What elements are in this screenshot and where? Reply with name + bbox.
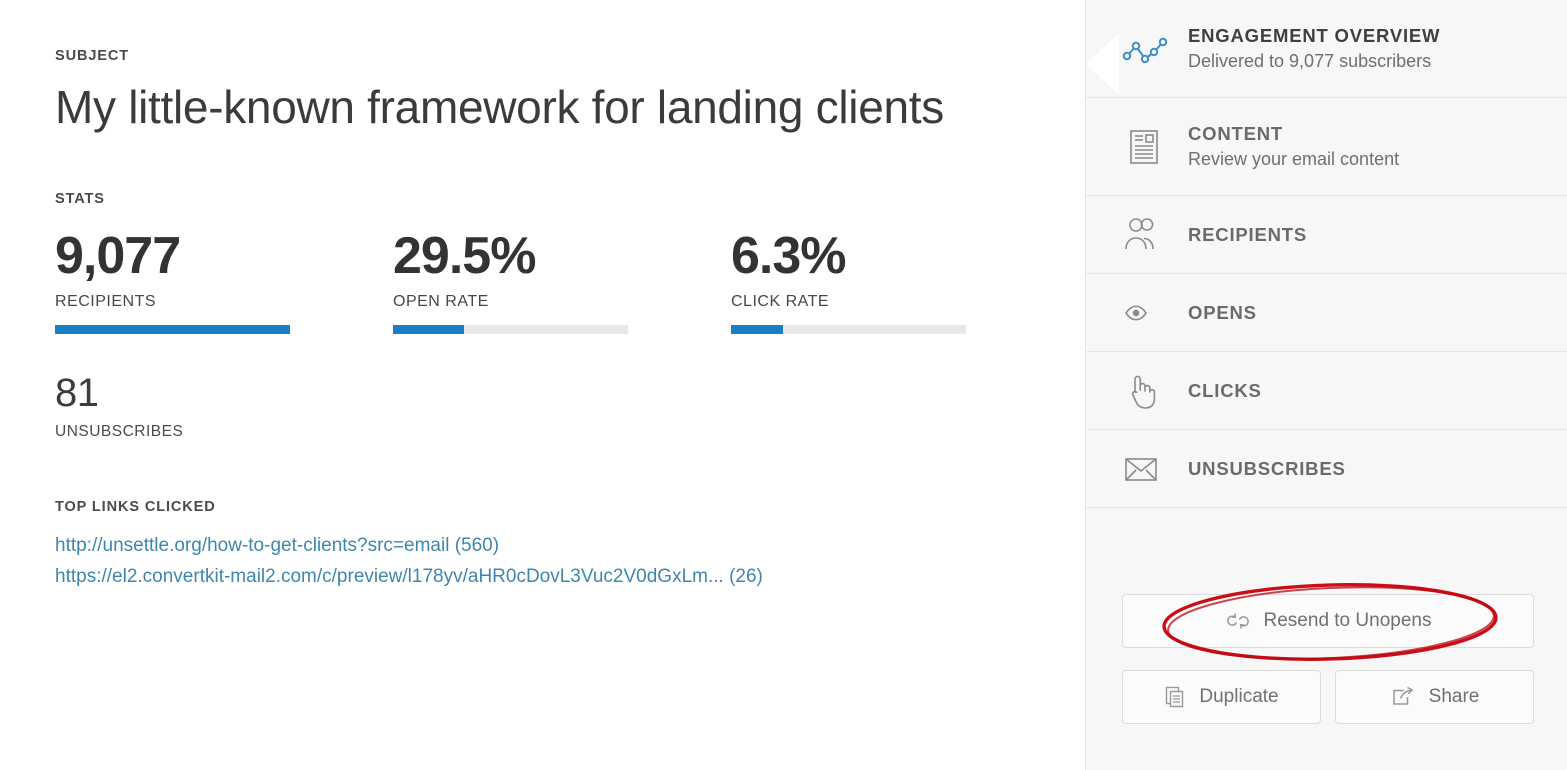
resend-icon [1225,611,1251,631]
people-icon [1122,215,1184,255]
stat-progress-fill [55,325,290,335]
sidebar-item-text: UNSUBSCRIBES [1184,457,1346,480]
stat-progress-track [393,325,628,335]
sidebar-item-subtitle: Delivered to 9,077 subscribers [1188,51,1432,72]
sidebar-item-text: RECIPIENTS [1184,223,1307,246]
sidebar-item-label: RECIPIENTS [1188,223,1308,245]
stat-value: 81 [55,371,99,416]
stat-click-rate: 6.3% CLICK RATE [731,229,1069,335]
sidebar-item-recipients[interactable]: RECIPIENTS [1086,196,1567,274]
sidebar-item-text: CONTENT Review your email content [1184,122,1399,171]
secondary-action-row: Duplicate Share [1122,670,1534,724]
share-label: Share [1428,686,1480,707]
share-button[interactable]: Share [1335,670,1534,724]
duplicate-label: Duplicate [1199,686,1279,707]
list-item[interactable]: http://unsettle.org/how-to-get-clients?s… [55,531,1085,562]
main-content-panel: SUBJECT My little-known framework for la… [0,0,1085,770]
stat-name: UNSUBSCRIBES [55,423,184,441]
stat-name: CLICK RATE [731,293,830,311]
top-links-list: http://unsettle.org/how-to-get-clients?s… [55,531,1085,593]
sidebar-item-opens[interactable]: OPENS [1086,274,1567,352]
sidebar-item-text: ENGAGEMENT OVERVIEW Delivered to 9,077 s… [1184,24,1440,73]
stat-progress-fill [393,325,464,335]
document-icon [1122,125,1184,169]
top-links-label: TOP LINKS CLICKED [55,499,216,516]
copy-icon [1164,685,1186,709]
stat-unsubscribes: 81 UNSUBSCRIBES [55,372,1085,441]
stat-value: 29.5% [393,226,536,285]
campaign-report-screen: SUBJECT My little-known framework for la… [0,0,1567,770]
list-item[interactable]: https://el2.convertkit-mail2.com/c/previ… [55,562,1085,593]
pointing-hand-icon [1122,370,1184,412]
sidebar-item-label: UNSUBSCRIBES [1188,457,1346,479]
sidebar-item-label: OPENS [1188,301,1257,323]
eye-icon [1122,297,1184,329]
duplicate-button[interactable]: Duplicate [1122,670,1321,724]
sidebar-item-content[interactable]: CONTENT Review your email content [1086,98,1567,196]
stat-progress-fill [731,325,783,335]
share-icon [1390,686,1416,708]
sidebar-item-text: CLICKS [1184,379,1262,402]
sidebar-item-label: CONTENT [1188,123,1284,145]
stat-value: 6.3% [731,226,847,285]
sidebar-item-text: OPENS [1184,301,1257,324]
envelope-icon [1122,452,1184,486]
page-title: My little-known framework for landing cl… [55,81,944,133]
line-chart-icon [1122,32,1184,66]
sidebar-item-unsubscribes[interactable]: UNSUBSCRIBES [1086,430,1567,508]
sidebar-item-subtitle: Review your email content [1188,149,1400,170]
stats-label: STATS [55,190,105,207]
sidebar-item-label: ENGAGEMENT OVERVIEW [1188,25,1441,47]
stat-recipients: 9,077 RECIPIENTS [55,229,393,335]
resend-to-unopens-label: Resend to Unopens [1263,610,1432,631]
stat-progress-track [55,325,290,335]
stat-name: RECIPIENTS [55,293,157,311]
sidebar-item-engagement-overview[interactable]: ENGAGEMENT OVERVIEW Delivered to 9,077 s… [1086,0,1567,98]
stat-progress-track [731,325,966,335]
resend-to-unopens-button[interactable]: Resend to Unopens [1122,594,1534,648]
action-buttons: Resend to Unopens Duplicate Share [1122,594,1534,724]
stat-value: 9,077 [55,226,181,285]
sidebar: ENGAGEMENT OVERVIEW Delivered to 9,077 s… [1085,0,1567,770]
sidebar-item-clicks[interactable]: CLICKS [1086,352,1567,430]
stat-name: OPEN RATE [393,293,489,311]
sidebar-item-label: CLICKS [1188,379,1262,401]
stats-row: 9,077 RECIPIENTS 29.5% OPEN RATE 6.3% CL… [55,229,1085,335]
stat-open-rate: 29.5% OPEN RATE [393,229,731,335]
subject-label: SUBJECT [55,48,129,64]
